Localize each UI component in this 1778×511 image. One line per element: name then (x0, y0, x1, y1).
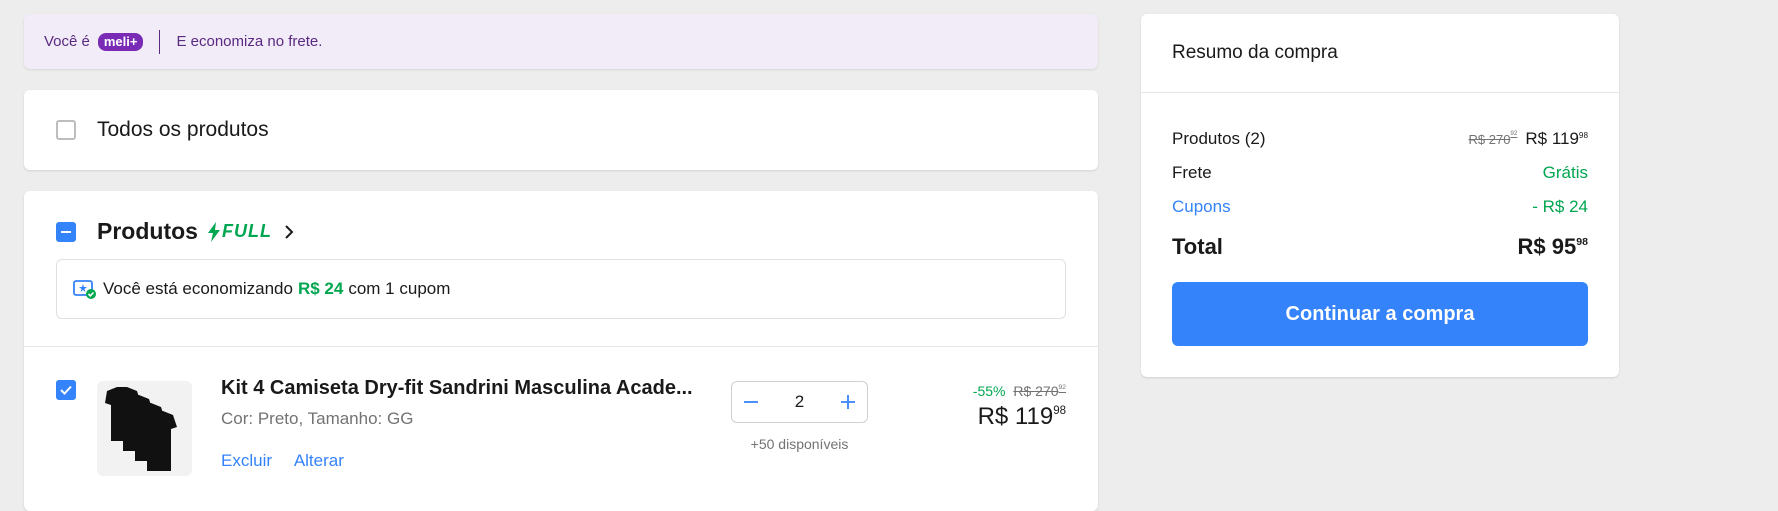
purchase-summary: Resumo da compra Produtos (2) R$ 27092 R$… (1141, 14, 1619, 377)
original-price-int: R$ 270 (1013, 383, 1059, 399)
meli-plus-banner: Você é meli+ E economiza no frete. (24, 14, 1098, 69)
summary-products-price-int: R$ 119 (1525, 129, 1579, 148)
delete-item-link[interactable]: Excluir (221, 451, 272, 470)
summary-shipping-row: Frete Grátis (1172, 163, 1588, 183)
all-products-card: Todos os produtos (24, 90, 1098, 170)
summary-products-label: Produtos (2) (1172, 129, 1266, 148)
check-icon (60, 385, 72, 395)
product-thumbnail[interactable] (97, 381, 192, 476)
item-price-block: -55% R$ 27092 R$ 11998 (973, 383, 1066, 431)
summary-shipping-label: Frete (1172, 163, 1212, 182)
item-discount-line: -55% R$ 27092 (973, 383, 1066, 399)
summary-total-cents: 98 (1576, 236, 1588, 249)
summary-divider (1141, 92, 1619, 93)
summary-total-row: Total R$ 9598 (1172, 234, 1588, 260)
tshirt-stack-image (105, 387, 177, 471)
meli-banner-message: E economiza no frete. (176, 33, 323, 50)
current-price-cents: 98 (1053, 405, 1066, 418)
item-checkbox[interactable] (56, 380, 76, 400)
summary-shipping-value: Grátis (1542, 163, 1588, 182)
original-price-cents: 92 (1058, 384, 1066, 392)
products-header: Produtos FULL (56, 218, 294, 245)
meli-banner-divider (159, 29, 161, 54)
coupon-prefix: Você está economizando (103, 279, 293, 298)
discount-percentage: -55% (972, 383, 1006, 399)
summary-total-int: R$ 95 (1517, 234, 1577, 259)
meli-banner-prefix: Você é (44, 33, 90, 50)
full-badge: FULL (206, 221, 272, 242)
summary-products-price-cents: 98 (1578, 130, 1588, 140)
products-section-checkbox[interactable] (56, 221, 76, 242)
products-section-title: Produtos (97, 218, 198, 244)
item-actions: Excluir Alterar (221, 451, 362, 471)
summary-coupons-value: - R$ 24 (1532, 197, 1588, 216)
summary-coupons-row: Cupons - R$ 24 (1172, 197, 1588, 217)
all-products-label[interactable]: Todos os produtos (97, 118, 269, 142)
products-card: Produtos FULL Você está economizando R$ … (24, 191, 1098, 511)
summary-products-old-int: R$ 270 (1468, 132, 1511, 147)
summary-total-value: R$ 9598 (1518, 234, 1588, 260)
original-price: R$ 27092 (1013, 383, 1066, 399)
quantity-value[interactable]: 2 (795, 392, 804, 412)
change-item-link[interactable]: Alterar (294, 451, 344, 470)
lightning-icon (207, 221, 220, 242)
summary-products-old-cents: 92 (1510, 130, 1518, 138)
summary-products-price: R$ 27092 R$ 11998 (1469, 129, 1589, 149)
quantity-stepper: 2 (731, 381, 868, 423)
indeterminate-icon (61, 230, 71, 233)
continue-purchase-button[interactable]: Continuar a compra (1172, 282, 1588, 346)
summary-products-row: Produtos (2) R$ 27092 R$ 11998 (1172, 129, 1588, 149)
coupon-suffix: com 1 cupom (348, 279, 451, 298)
products-divider (24, 346, 1098, 347)
available-stock: +50 disponíveis (750, 436, 849, 452)
chevron-right-icon[interactable] (284, 224, 294, 240)
all-products-checkbox[interactable] (56, 120, 76, 140)
minus-icon[interactable] (742, 393, 760, 411)
full-badge-label: FULL (221, 221, 272, 241)
meli-plus-badge: meli+ (97, 32, 144, 51)
summary-total-label: Total (1172, 234, 1223, 259)
coupon-icon (73, 280, 96, 299)
coupon-amount: R$ 24 (297, 279, 344, 298)
summary-title: Resumo da compra (1172, 42, 1338, 63)
item-variant: Cor: Preto, Tamanho: GG (221, 409, 414, 428)
item-title[interactable]: Kit 4 Camiseta Dry-fit Sandrini Masculin… (221, 377, 693, 400)
summary-coupons-link[interactable]: Cupons (1172, 197, 1231, 217)
coupon-savings-notice: Você está economizando R$ 24 com 1 cupom (56, 259, 1066, 319)
current-price: R$ 11998 (973, 403, 1066, 431)
summary-products-old-price: R$ 27092 (1468, 130, 1518, 147)
current-price-int: R$ 119 (977, 403, 1054, 430)
plus-icon[interactable] (839, 393, 857, 411)
